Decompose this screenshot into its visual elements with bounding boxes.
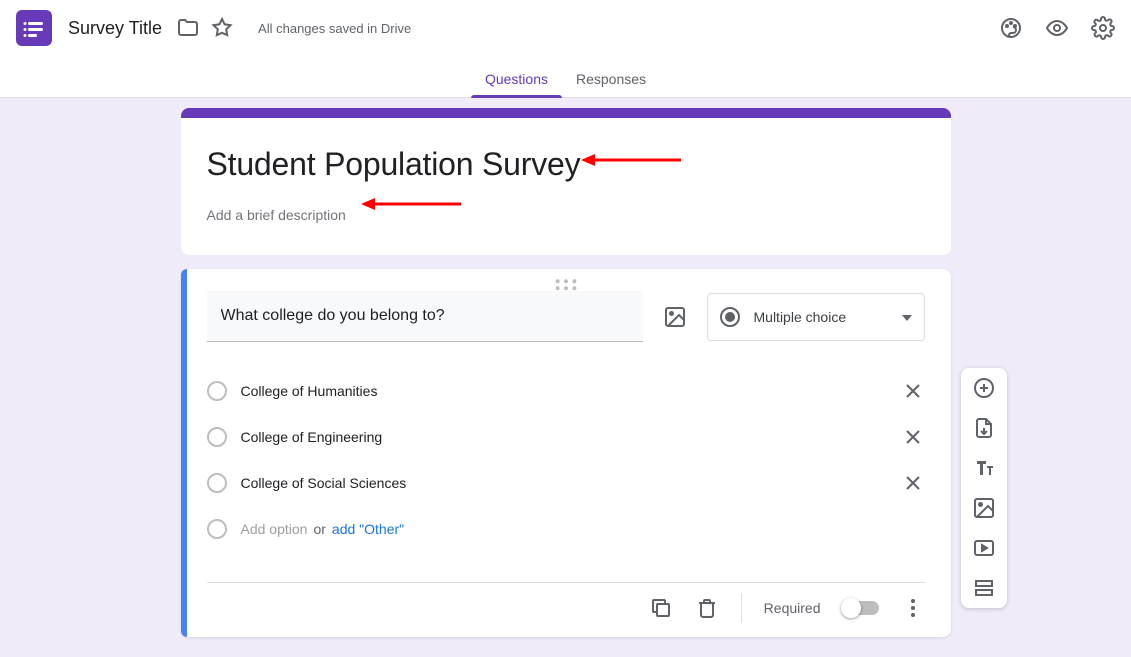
required-label: Required [764,600,821,616]
option-row[interactable]: College of Humanities [207,368,925,414]
question-card[interactable]: Multiple choice College of Humanities [181,269,951,637]
add-photo-icon[interactable] [972,496,996,520]
options-list: College of Humanities College of Enginee… [207,368,925,552]
side-toolbar [961,368,1007,608]
option-label[interactable]: College of Social Sciences [241,475,901,491]
document-title[interactable]: Survey Title [68,18,162,39]
duplicate-icon[interactable] [649,596,673,620]
option-label[interactable]: College of Humanities [241,383,901,399]
add-question-icon[interactable] [972,376,996,400]
add-video-icon[interactable] [972,536,996,560]
forms-logo-icon [16,10,52,46]
remove-option-icon[interactable] [901,425,925,449]
annotation-arrow-icon [361,194,461,214]
form-description[interactable]: Add a brief description [207,207,925,223]
add-option-button[interactable]: Add option [241,521,308,537]
divider [741,593,742,623]
workspace: Student Population Survey Add a brief de… [0,98,1131,657]
add-section-icon[interactable] [972,576,996,600]
tab-bar: Questions Responses [0,56,1131,98]
question-text-input[interactable] [207,291,643,342]
add-title-icon[interactable] [972,456,996,480]
add-option-row: Add option or add "Other" [207,506,925,552]
radio-icon [207,519,227,539]
delete-icon[interactable] [695,596,719,620]
or-label: or [307,521,331,537]
settings-gear-icon[interactable] [1091,16,1115,40]
question-footer: Required [207,582,925,637]
option-label[interactable]: College of Engineering [241,429,901,445]
move-folder-icon[interactable] [176,16,200,40]
annotation-arrow-icon [581,150,681,170]
radio-icon [207,381,227,401]
tab-responses[interactable]: Responses [562,71,660,97]
form-header-card[interactable]: Student Population Survey Add a brief de… [181,108,951,255]
app-header: Survey Title All changes saved in Drive [0,0,1131,56]
save-status: All changes saved in Drive [258,21,411,36]
option-row[interactable]: College of Engineering [207,414,925,460]
radio-icon [207,473,227,493]
star-icon[interactable] [210,16,234,40]
caret-down-icon [902,308,912,326]
tab-questions[interactable]: Questions [471,71,562,97]
radio-icon [207,427,227,447]
remove-option-icon[interactable] [901,471,925,495]
drag-handle-icon[interactable] [181,269,951,291]
add-image-icon[interactable] [663,305,687,329]
import-questions-icon[interactable] [972,416,996,440]
remove-option-icon[interactable] [901,379,925,403]
form-title[interactable]: Student Population Survey [207,146,925,183]
preview-eye-icon[interactable] [1045,16,1069,40]
question-type-dropdown[interactable]: Multiple choice [707,293,925,341]
palette-icon[interactable] [999,16,1023,40]
more-options-icon[interactable] [901,596,925,620]
required-toggle[interactable] [843,601,879,615]
radio-icon [720,307,740,327]
add-other-button[interactable]: add "Other" [332,521,404,537]
question-type-label: Multiple choice [754,309,888,325]
option-row[interactable]: College of Social Sciences [207,460,925,506]
